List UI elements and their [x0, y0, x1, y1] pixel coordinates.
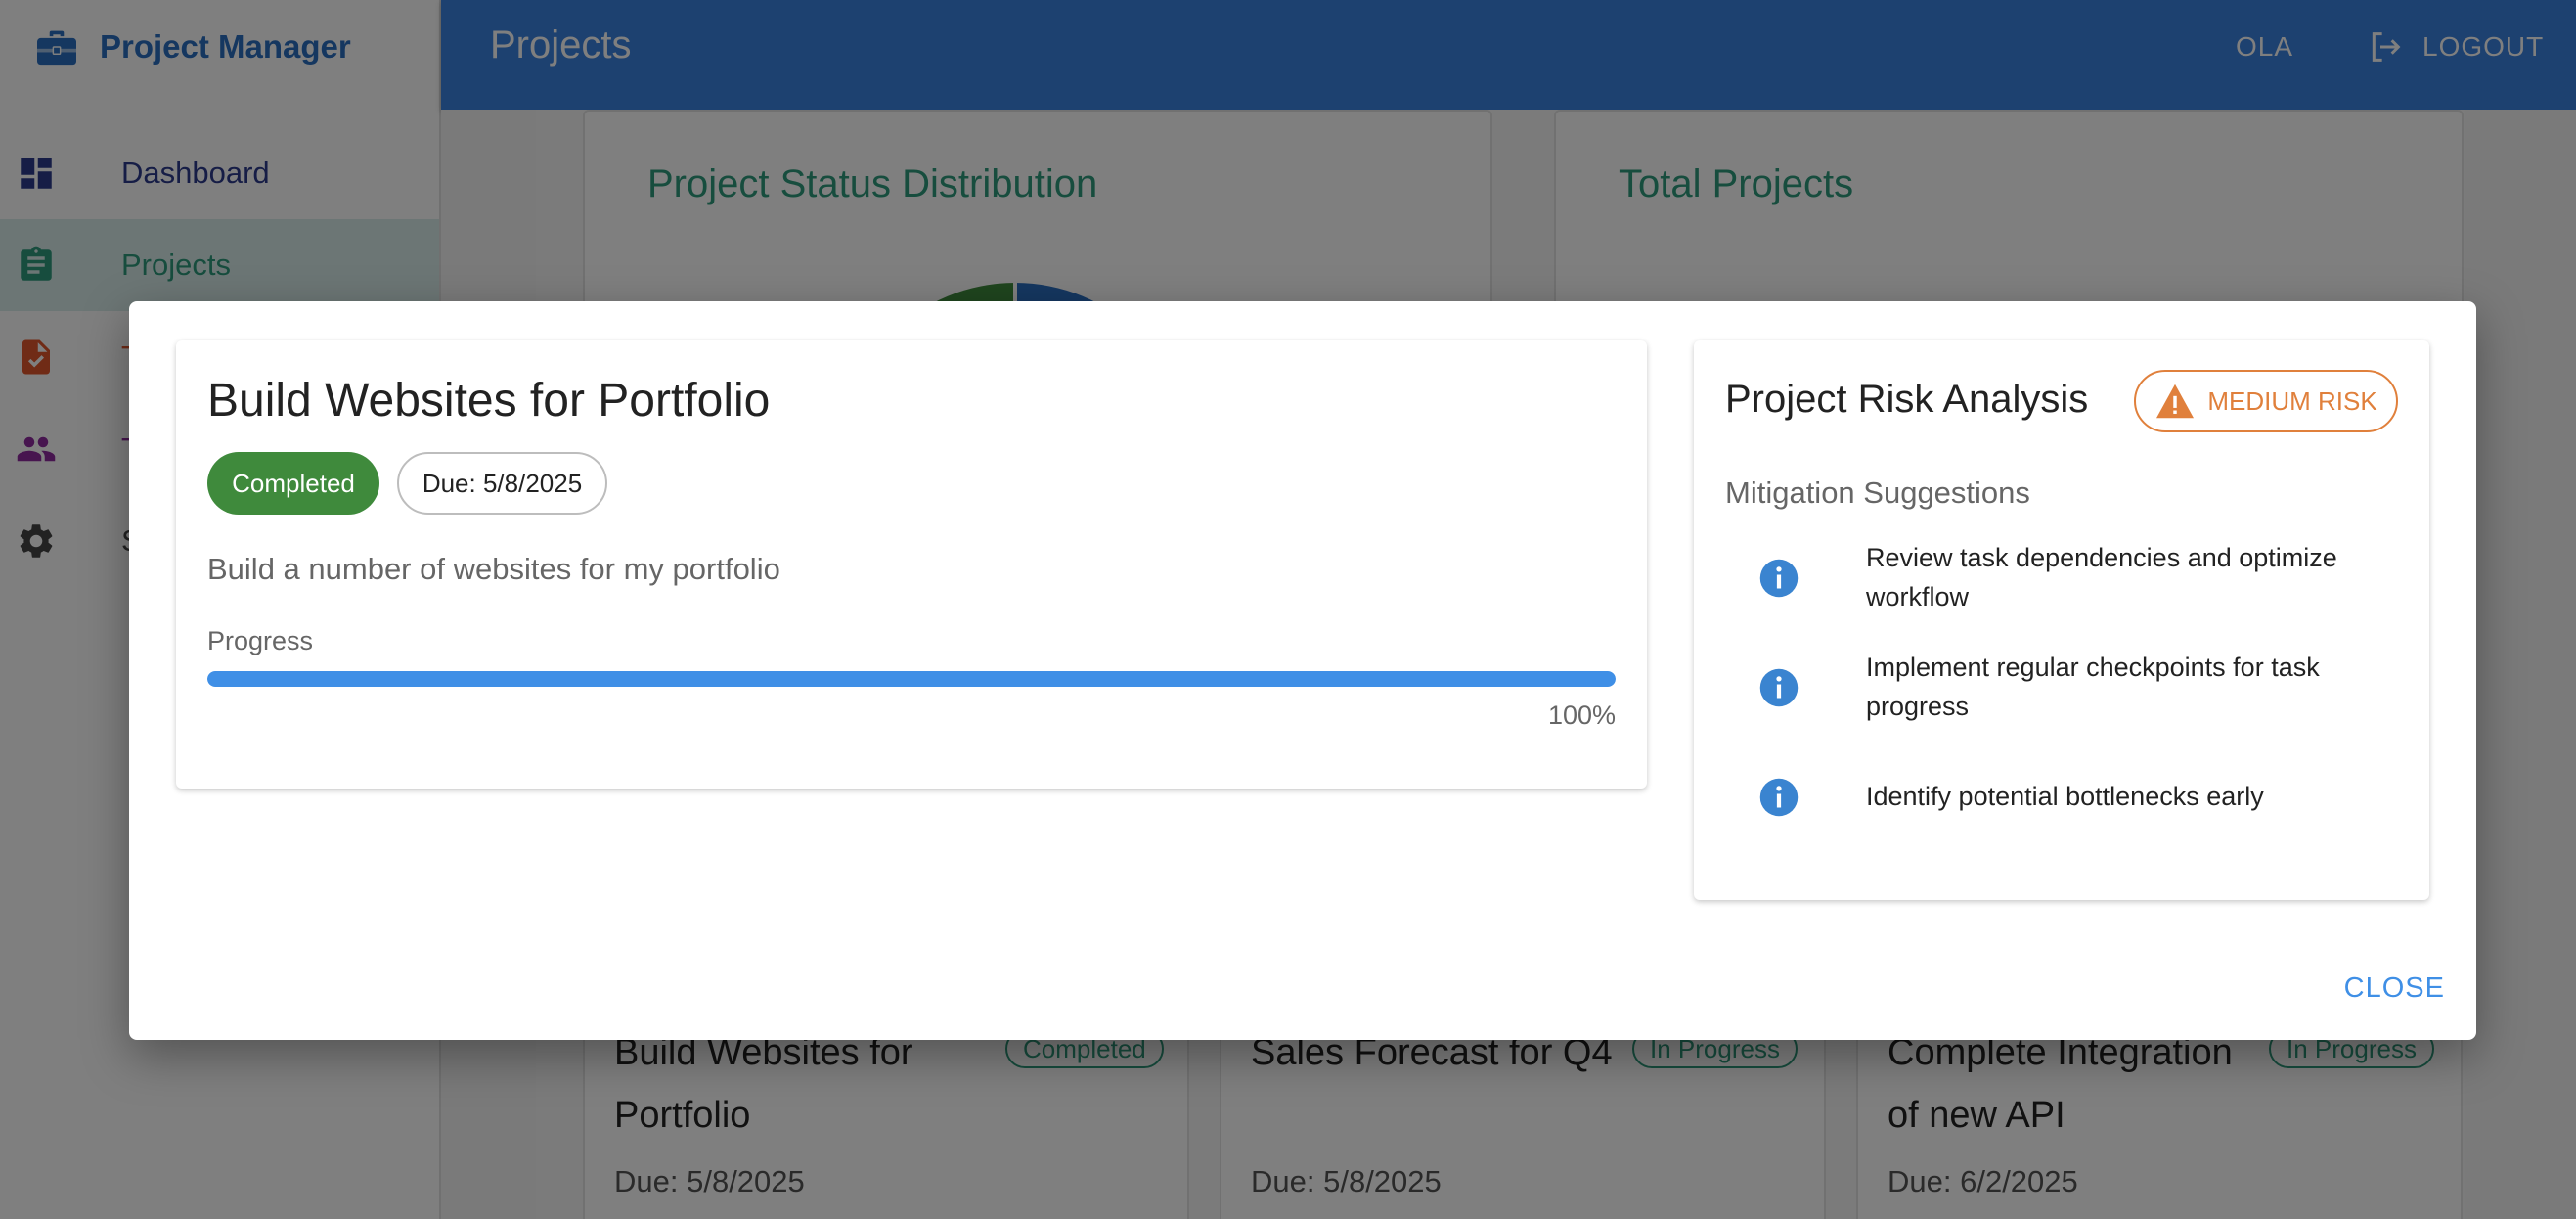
- warning-icon: [2156, 384, 2195, 419]
- due-date-badge: Due: 5/8/2025: [397, 452, 607, 515]
- list-item: Identify potential bottlenecks early: [1694, 777, 2429, 855]
- progress-fill: [207, 671, 1616, 687]
- progress-value: 100%: [1547, 700, 1616, 730]
- mitigation-text: Implement regular checkpoints for task p…: [1866, 653, 2320, 721]
- status-badge: Completed: [207, 452, 379, 515]
- project-details-dialog: Build Websites for Portfolio Completed D…: [129, 301, 2476, 1040]
- close-button[interactable]: CLOSE: [2344, 972, 2445, 1005]
- progress-label: Progress: [207, 626, 314, 655]
- mitigation-list: Review task dependencies and optimize wo…: [1694, 543, 2429, 855]
- project-description: Build a number of websites for my portfo…: [207, 552, 780, 586]
- progress-bar: [207, 671, 1616, 687]
- info-icon: [1759, 668, 1799, 707]
- mitigation-text: Review task dependencies and optimize wo…: [1866, 543, 2337, 611]
- risk-level-badge: MEDIUM RISK: [2134, 370, 2398, 432]
- dialog-title: Build Websites for Portfolio: [207, 375, 771, 427]
- mitigation-title: Mitigation Suggestions: [1725, 475, 2030, 510]
- risk-analysis-panel: Project Risk Analysis MEDIUM RISK Mitiga…: [1694, 340, 2429, 900]
- list-item: Implement regular checkpoints for task p…: [1694, 653, 2429, 777]
- risk-analysis-title: Project Risk Analysis: [1725, 378, 2089, 421]
- project-details-panel: Build Websites for Portfolio Completed D…: [176, 340, 1647, 789]
- info-icon: [1759, 559, 1799, 598]
- mitigation-text: Identify potential bottlenecks early: [1866, 782, 2264, 811]
- info-icon: [1759, 778, 1799, 817]
- risk-level-label: MEDIUM RISK: [2207, 385, 2377, 416]
